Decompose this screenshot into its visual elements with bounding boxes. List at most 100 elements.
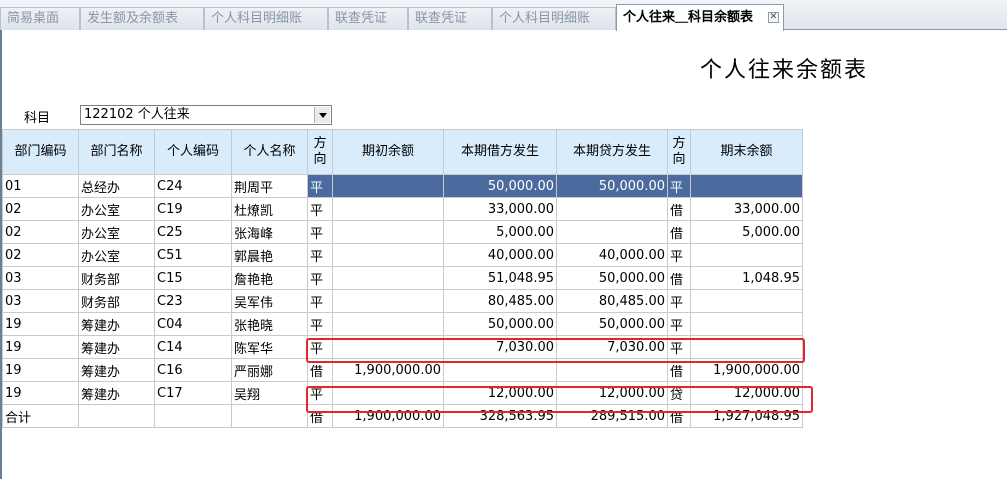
cell-person-name[interactable] — [231, 404, 308, 428]
cell-direction-2[interactable]: 贷 — [667, 381, 691, 405]
cell-person-code[interactable]: C14 — [154, 335, 232, 359]
cell-dept-code[interactable]: 合计 — [2, 404, 79, 428]
table-row[interactable]: 03 财务部 C15 詹艳艳平 51,048.95 50,000.00 借 1,048.95 — [2, 266, 803, 290]
cell-period-credit[interactable]: 50,000.00 — [556, 266, 668, 290]
cell-dept-code[interactable]: 01 — [2, 174, 79, 198]
cell-dept-name[interactable]: 办公室 — [78, 197, 155, 221]
cell-dept-code[interactable]: 03 — [2, 266, 79, 290]
cell-direction[interactable]: 平 — [307, 220, 333, 244]
cell-period-debit[interactable]: 80,485.00 — [443, 289, 557, 313]
tab-personal-account-balance[interactable]: 个人往来＿科目余额表 ✕ — [616, 4, 784, 31]
cell-person-code[interactable]: C24 — [154, 174, 232, 198]
cell-period-debit[interactable]: 50,000.00 — [443, 174, 557, 198]
cell-opening-balance[interactable] — [332, 266, 444, 290]
cell-dept-code[interactable]: 02 — [2, 243, 79, 267]
cell-person-name[interactable]: 郭晨艳 — [231, 243, 308, 267]
cell-person-name[interactable]: 严丽娜 — [231, 358, 308, 382]
cell-direction-2[interactable]: 平 — [667, 335, 691, 359]
cell-dept-name[interactable]: 筹建办 — [78, 358, 155, 382]
cell-period-debit[interactable]: 7,030.00 — [443, 335, 557, 359]
cell-person-code[interactable]: C16 — [154, 358, 232, 382]
cell-dept-name[interactable]: 办公室 — [78, 220, 155, 244]
col-header-person-name[interactable]: 个人名称 — [231, 129, 308, 175]
table-row[interactable]: 02 办公室 C25 张海峰平 5,000.00 借 5,000.00 — [2, 220, 803, 244]
tab-personal-ledger-2[interactable]: 个人科目明细账 — [492, 7, 616, 30]
table-row[interactable]: 19 筹建办 C14 陈军华平 7,030.00 7,030.00 平 — [2, 335, 803, 359]
tab-personal-ledger[interactable]: 个人科目明细账 — [204, 7, 328, 30]
cell-period-credit[interactable] — [556, 220, 668, 244]
cell-person-code[interactable]: C15 — [154, 266, 232, 290]
cell-closing-balance[interactable] — [690, 335, 803, 359]
cell-closing-balance[interactable]: 1,900,000.00 — [690, 358, 803, 382]
cell-person-code[interactable]: C17 — [154, 381, 232, 405]
cell-dept-name[interactable]: 财务部 — [78, 266, 155, 290]
col-header-period-debit[interactable]: 本期借方发生 — [443, 129, 557, 175]
cell-dept-code[interactable]: 02 — [2, 220, 79, 244]
cell-direction-2[interactable]: 借 — [667, 197, 691, 221]
cell-person-code[interactable]: C23 — [154, 289, 232, 313]
cell-period-debit[interactable]: 12,000.00 — [443, 381, 557, 405]
cell-opening-balance[interactable] — [332, 220, 444, 244]
cell-person-name[interactable]: 荆周平 — [231, 174, 308, 198]
cell-opening-balance[interactable] — [332, 312, 444, 336]
cell-person-code[interactable] — [154, 404, 232, 428]
cell-opening-balance[interactable]: 1,900,000.00 — [332, 358, 444, 382]
cell-dept-name[interactable]: 财务部 — [78, 289, 155, 313]
cell-direction[interactable]: 平 — [307, 289, 333, 313]
table-row[interactable]: 19 筹建办 C17 吴翔平 12,000.00 12,000.00 贷 12,000.00 — [2, 381, 803, 405]
cell-opening-balance[interactable] — [332, 197, 444, 221]
cell-direction[interactable]: 平 — [307, 381, 333, 405]
cell-person-code[interactable]: C04 — [154, 312, 232, 336]
cell-period-debit[interactable]: 50,000.00 — [443, 312, 557, 336]
total-row[interactable]: 合计借 1,900,000.00 328,563.95 289,515.00 借 1,92… — [2, 404, 803, 428]
col-header-dept-code[interactable]: 部门编码 — [2, 129, 79, 175]
table-row[interactable]: 03 财务部 C23 吴军伟平 80,485.00 80,485.00 平 — [2, 289, 803, 313]
cell-direction[interactable]: 平 — [307, 174, 333, 198]
cell-dept-name[interactable]: 总经办 — [78, 174, 155, 198]
cell-period-credit[interactable]: 40,000.00 — [556, 243, 668, 267]
cell-direction[interactable]: 平 — [307, 243, 333, 267]
cell-person-name[interactable]: 詹艳艳 — [231, 266, 308, 290]
cell-direction-2[interactable]: 借 — [667, 220, 691, 244]
cell-closing-balance[interactable]: 5,000.00 — [690, 220, 803, 244]
cell-direction-2[interactable]: 平 — [667, 174, 691, 198]
cell-direction[interactable]: 借 — [307, 404, 333, 428]
cell-direction-2[interactable]: 平 — [667, 289, 691, 313]
cell-person-name[interactable]: 陈军华 — [231, 335, 308, 359]
tab-balance-sheet[interactable]: 发生额及余额表 — [80, 7, 204, 30]
cell-closing-balance[interactable]: 33,000.00 — [690, 197, 803, 221]
cell-direction[interactable]: 借 — [307, 358, 333, 382]
tab-voucher-1[interactable]: 联查凭证 — [328, 7, 408, 30]
col-header-direction[interactable]: 方向 — [307, 129, 333, 175]
cell-period-credit[interactable]: 12,000.00 — [556, 381, 668, 405]
table-row[interactable]: 02 办公室 C51 郭晨艳平 40,000.00 40,000.00 平 — [2, 243, 803, 267]
tab-voucher-2[interactable]: 联查凭证 — [408, 7, 492, 30]
close-icon[interactable]: ✕ — [768, 12, 779, 23]
cell-period-debit[interactable]: 33,000.00 — [443, 197, 557, 221]
table-row[interactable]: 19 筹建办 C04 张艳晓平 50,000.00 50,000.00 平 — [2, 312, 803, 336]
cell-person-code[interactable]: C19 — [154, 197, 232, 221]
cell-period-credit[interactable]: 7,030.00 — [556, 335, 668, 359]
col-header-dept-name[interactable]: 部门名称 — [78, 129, 155, 175]
cell-direction-2[interactable]: 平 — [667, 312, 691, 336]
cell-person-name[interactable]: 张艳晓 — [231, 312, 308, 336]
cell-opening-balance[interactable] — [332, 174, 444, 198]
col-header-opening-balance[interactable]: 期初余额 — [332, 129, 444, 175]
cell-dept-code[interactable]: 03 — [2, 289, 79, 313]
cell-dept-name[interactable]: 办公室 — [78, 243, 155, 267]
cell-closing-balance[interactable] — [690, 289, 803, 313]
cell-period-credit[interactable]: 50,000.00 — [556, 312, 668, 336]
cell-period-debit[interactable] — [443, 358, 557, 382]
cell-period-debit[interactable]: 328,563.95 — [443, 404, 557, 428]
cell-dept-code[interactable]: 19 — [2, 335, 79, 359]
cell-dept-name[interactable]: 筹建办 — [78, 335, 155, 359]
cell-person-name[interactable]: 吴军伟 — [231, 289, 308, 313]
cell-direction[interactable]: 平 — [307, 266, 333, 290]
cell-period-debit[interactable]: 51,048.95 — [443, 266, 557, 290]
cell-closing-balance[interactable]: 1,927,048.95 — [690, 404, 803, 428]
tab-simple-desktop[interactable]: 简易桌面 — [0, 7, 80, 30]
cell-period-credit[interactable] — [556, 358, 668, 382]
table-row[interactable]: 01 总经办 C24 荆周平平 50,000.00 50,000.00 平 — [2, 174, 803, 198]
cell-direction-2[interactable]: 借 — [667, 358, 691, 382]
cell-closing-balance[interactable] — [690, 174, 803, 198]
